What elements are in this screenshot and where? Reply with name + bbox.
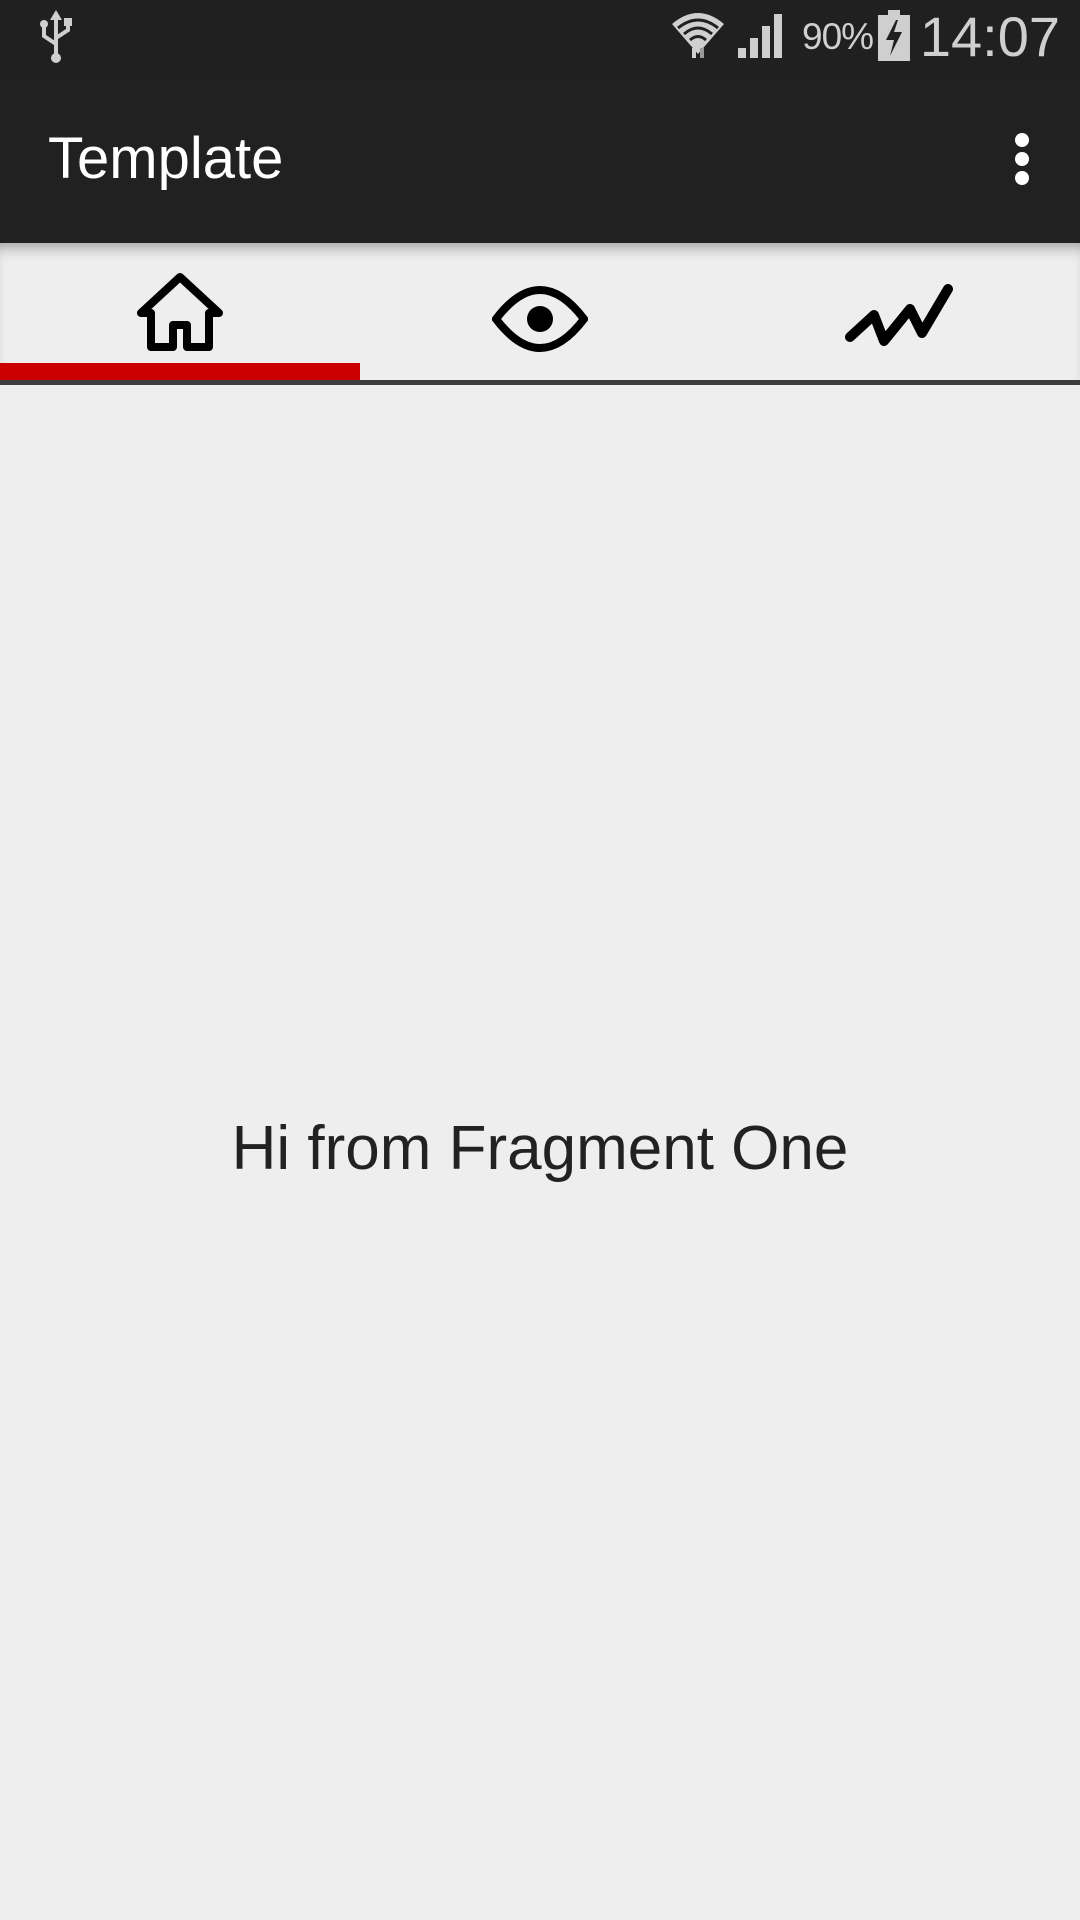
tab-bar bbox=[0, 243, 1080, 385]
home-icon bbox=[137, 273, 223, 351]
app-screen: 90% 14:07 Template Hi from Fragment One bbox=[0, 0, 1080, 1920]
fragment-content: Hi from Fragment One bbox=[0, 385, 1080, 1920]
more-vert-icon-dot bbox=[1015, 152, 1029, 166]
eye-icon bbox=[492, 286, 588, 352]
fragment-message: Hi from Fragment One bbox=[231, 1114, 849, 1183]
status-bar: 90% 14:07 bbox=[0, 0, 1080, 75]
battery-charging-icon bbox=[878, 10, 910, 61]
app-bar: Template bbox=[0, 75, 1080, 243]
tab-eye[interactable] bbox=[360, 243, 720, 380]
app-title: Template bbox=[48, 126, 284, 191]
tab-trending[interactable] bbox=[720, 243, 1080, 380]
tab-selected-indicator bbox=[0, 363, 360, 380]
clock: 14:07 bbox=[919, 5, 1060, 68]
signal-icon bbox=[738, 14, 782, 58]
more-options-button[interactable] bbox=[984, 119, 1060, 199]
usb-icon bbox=[40, 10, 72, 63]
more-vert-icon bbox=[1015, 133, 1029, 147]
wifi-icon bbox=[672, 13, 724, 58]
more-vert-icon-dot bbox=[1015, 171, 1029, 185]
trending-icon bbox=[845, 284, 953, 346]
tab-home[interactable] bbox=[0, 243, 360, 380]
battery-percent: 90% bbox=[802, 16, 874, 57]
